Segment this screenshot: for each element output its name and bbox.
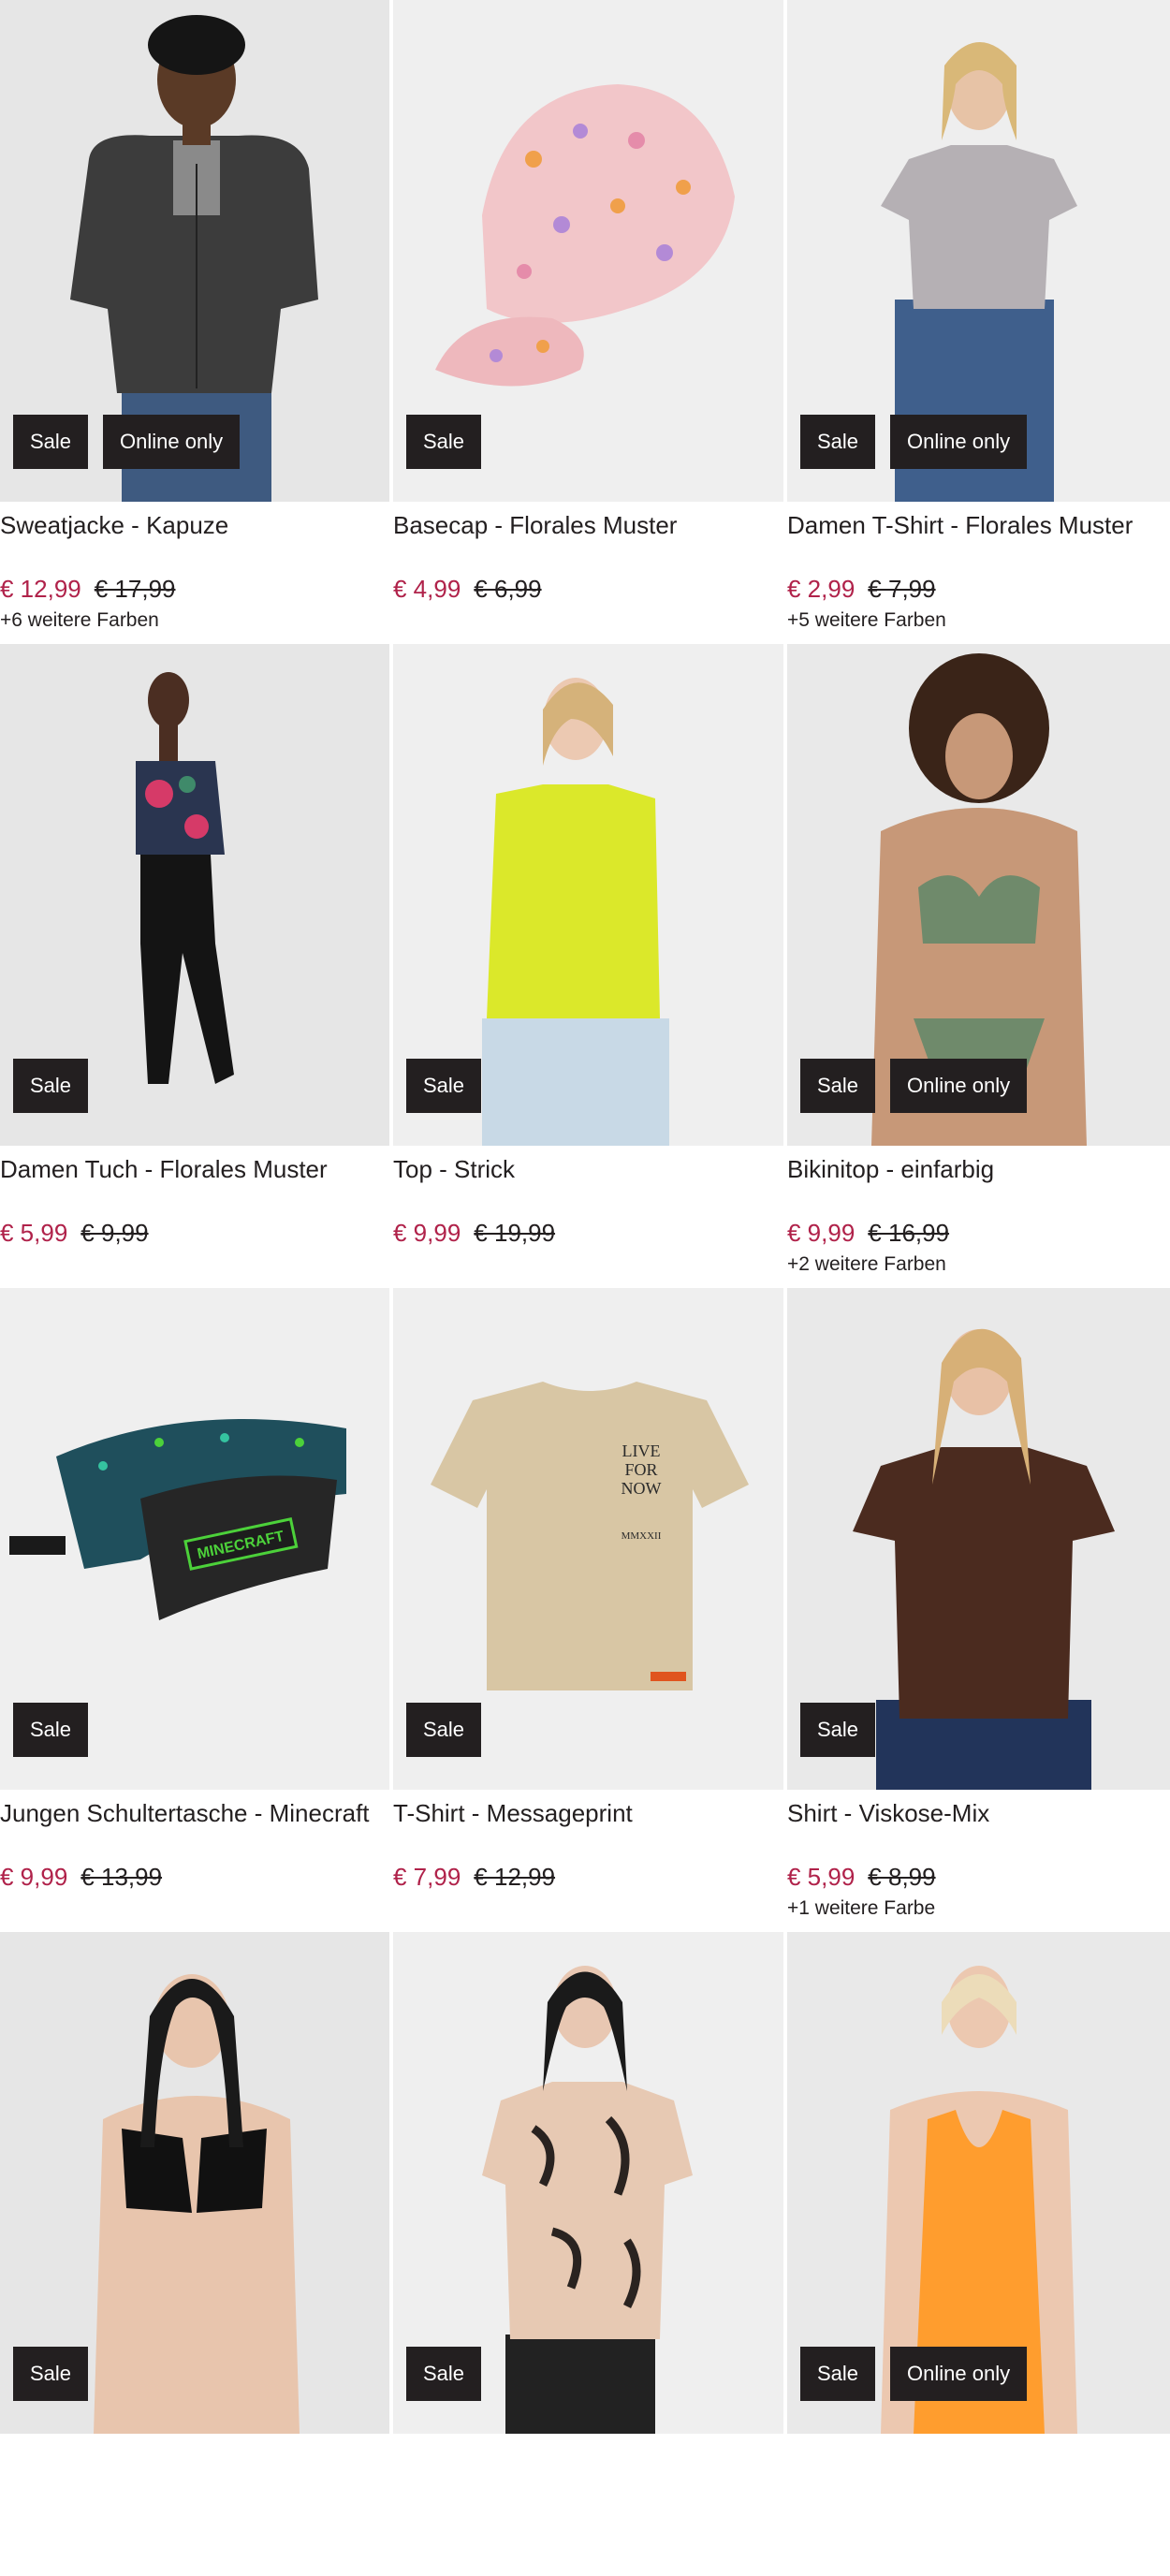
- product-card[interactable]: LIVE FOR NOW MMXXII Sale T-Shirt - Messa…: [393, 1288, 783, 1932]
- product-card[interactable]: Sale: [0, 1932, 389, 2576]
- product-image[interactable]: Sale: [787, 1288, 1170, 1790]
- price-row: € 7,99 € 12,99: [393, 1861, 783, 1893]
- product-image[interactable]: MINECRAFT Sale: [0, 1288, 389, 1790]
- product-image[interactable]: Sale Online only: [787, 644, 1170, 1146]
- product-image[interactable]: Sale Online only: [787, 0, 1170, 502]
- sale-badge: Sale: [800, 1059, 876, 1113]
- price-row: € 9,99 € 16,99: [787, 1217, 1170, 1249]
- original-price: € 13,99: [80, 1863, 163, 1891]
- more-colors-link[interactable]: +1 weitere Farbe: [787, 1895, 1170, 1923]
- original-price: € 16,99: [868, 1219, 950, 1247]
- original-price: € 17,99: [94, 575, 176, 603]
- product-card[interactable]: MINECRAFT Sale Jungen Schultertasche - M…: [0, 1288, 389, 1932]
- online-only-badge: Online only: [890, 1059, 1028, 1113]
- product-title[interactable]: Damen Tuch - Florales Muster: [0, 1153, 389, 1185]
- product-title[interactable]: Bikinitop - einfarbig: [787, 1153, 1170, 1185]
- price-row: € 5,99 € 9,99: [0, 1217, 389, 1249]
- original-price: € 6,99: [474, 575, 542, 603]
- product-grid: Sale Online only Sweatjacke - Kapuze € 1…: [0, 0, 1170, 2576]
- sale-price: € 9,99: [0, 1863, 68, 1891]
- print-line: LIVE: [622, 1442, 661, 1460]
- online-only-badge: Online only: [890, 2347, 1028, 2401]
- product-image[interactable]: Sale Online only: [0, 0, 389, 502]
- product-title[interactable]: Sweatjacke - Kapuze: [0, 509, 389, 541]
- product-title[interactable]: Jungen Schultertasche - Minecraft: [0, 1797, 389, 1829]
- sale-price: € 9,99: [393, 1219, 461, 1247]
- sale-price: € 9,99: [787, 1219, 856, 1247]
- sale-price: € 2,99: [787, 575, 856, 603]
- price-row: € 9,99 € 19,99: [393, 1217, 783, 1249]
- product-title[interactable]: Shirt - Viskose-Mix: [787, 1797, 1170, 1829]
- print-line: MMXXII: [622, 1530, 662, 1542]
- product-card[interactable]: Sale Top - Strick € 9,99 € 19,99: [393, 644, 783, 1288]
- product-card[interactable]: Sale Online only Sweatjacke - Kapuze € 1…: [0, 0, 389, 644]
- product-title[interactable]: T-Shirt - Messageprint: [393, 1797, 783, 1829]
- product-card[interactable]: Sale Shirt - Viskose-Mix € 5,99 € 8,99 +…: [787, 1288, 1170, 1932]
- more-colors-link[interactable]: +2 weitere Farben: [787, 1251, 1170, 1279]
- product-card[interactable]: Sale Damen Tuch - Florales Muster € 5,99…: [0, 644, 389, 1288]
- print-line: FOR: [624, 1460, 657, 1479]
- sale-badge: Sale: [800, 2347, 876, 2401]
- product-image[interactable]: Sale: [393, 644, 783, 1146]
- original-price: € 12,99: [474, 1863, 556, 1891]
- original-price: € 8,99: [868, 1863, 936, 1891]
- sale-badge: Sale: [13, 1059, 89, 1113]
- price-row: € 5,99 € 8,99: [787, 1861, 1170, 1893]
- sale-price: € 7,99: [393, 1863, 461, 1891]
- product-card[interactable]: Sale Basecap - Florales Muster € 4,99 € …: [393, 0, 783, 644]
- product-image[interactable]: Sale: [0, 644, 389, 1146]
- more-colors-link[interactable]: +5 weitere Farben: [787, 607, 1170, 635]
- sale-price: € 4,99: [393, 575, 461, 603]
- sale-badge: Sale: [800, 1703, 876, 1757]
- sale-price: € 12,99: [0, 575, 81, 603]
- sale-badge: Sale: [406, 1059, 482, 1113]
- sale-price: € 5,99: [787, 1863, 856, 1891]
- product-card[interactable]: Sale Online only Bikinitop - einfarbig €…: [787, 644, 1170, 1288]
- original-price: € 19,99: [474, 1219, 556, 1247]
- product-image[interactable]: Sale: [393, 0, 783, 502]
- original-price: € 7,99: [868, 575, 936, 603]
- product-card[interactable]: Sale: [393, 1932, 783, 2576]
- price-row: € 12,99 € 17,99: [0, 573, 389, 605]
- product-image[interactable]: Sale Online only: [787, 1932, 1170, 2434]
- sale-price: € 5,99: [0, 1219, 68, 1247]
- product-card[interactable]: Sale Online only Damen T-Shirt - Florale…: [787, 0, 1170, 644]
- more-colors-link[interactable]: +6 weitere Farben: [0, 607, 389, 635]
- product-card[interactable]: Sale Online only: [787, 1932, 1170, 2576]
- online-only-badge: Online only: [890, 415, 1028, 469]
- product-title[interactable]: Damen T-Shirt - Florales Muster: [787, 509, 1170, 541]
- online-only-badge: Online only: [103, 415, 241, 469]
- product-title[interactable]: Top - Strick: [393, 1153, 783, 1185]
- product-image[interactable]: Sale: [393, 1932, 783, 2434]
- product-image[interactable]: LIVE FOR NOW MMXXII Sale: [393, 1288, 783, 1790]
- print-line: NOW: [622, 1479, 662, 1498]
- sale-badge: Sale: [800, 415, 876, 469]
- product-title[interactable]: Basecap - Florales Muster: [393, 509, 783, 541]
- sale-badge: Sale: [13, 2347, 89, 2401]
- sale-badge: Sale: [13, 1703, 89, 1757]
- price-row: € 4,99 € 6,99: [393, 573, 783, 605]
- sale-badge: Sale: [406, 415, 482, 469]
- price-row: € 9,99 € 13,99: [0, 1861, 389, 1893]
- sale-badge: Sale: [13, 415, 89, 469]
- sale-badge: Sale: [406, 2347, 482, 2401]
- product-image[interactable]: Sale: [0, 1932, 389, 2434]
- original-price: € 9,99: [80, 1219, 149, 1247]
- sale-badge: Sale: [406, 1703, 482, 1757]
- price-row: € 2,99 € 7,99: [787, 573, 1170, 605]
